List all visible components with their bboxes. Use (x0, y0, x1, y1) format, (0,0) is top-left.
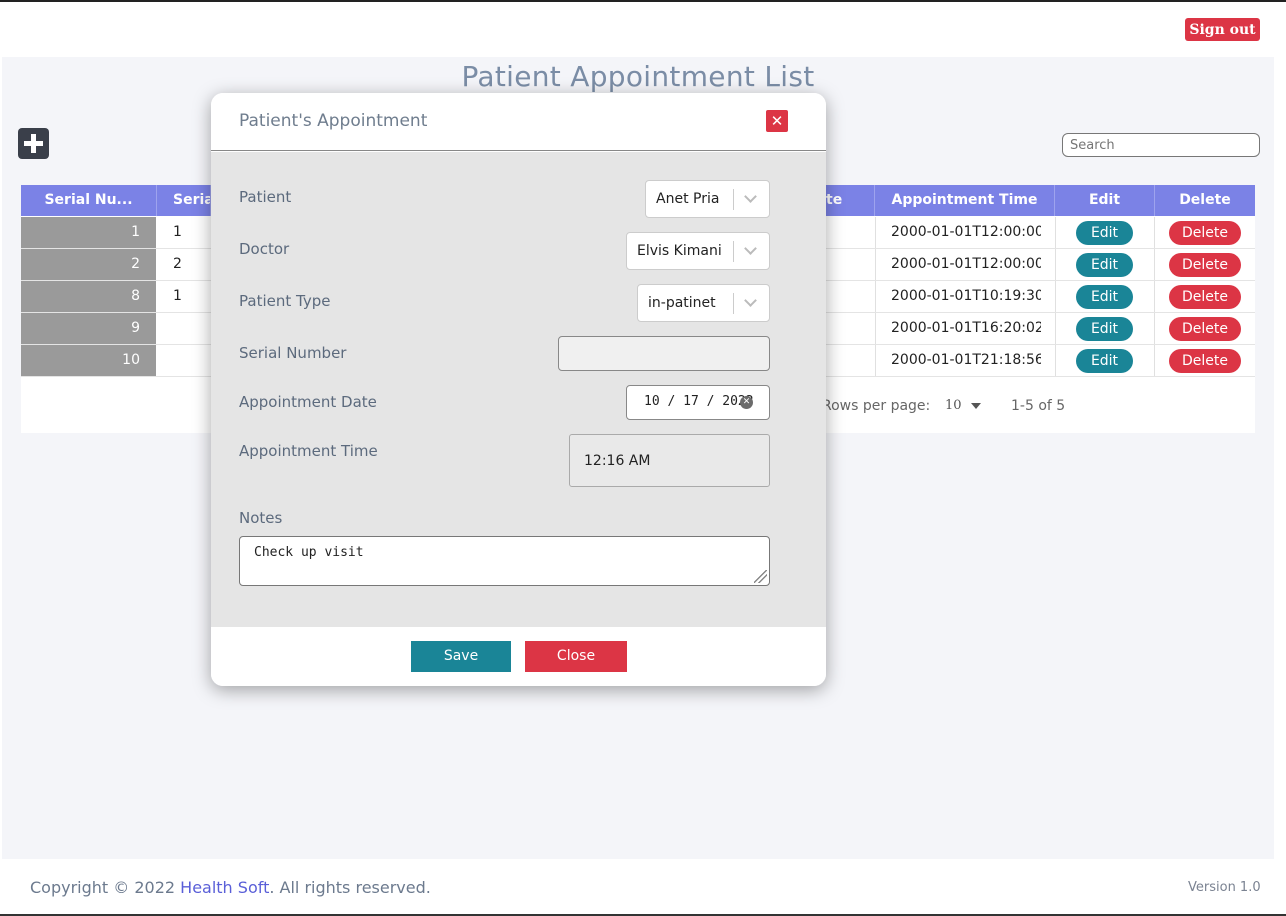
select-separator (733, 189, 734, 210)
serial-number-label: Serial Number (239, 344, 347, 362)
delete-button[interactable]: Delete (1169, 317, 1241, 341)
column-divider (1154, 345, 1155, 376)
edit-button[interactable]: Edit (1076, 285, 1133, 309)
column-divider (1055, 281, 1056, 312)
cell-serial-number: 10 (21, 345, 156, 376)
doctor-value: Elvis Kimani (637, 243, 722, 259)
modal-title: Patient's Appointment (239, 111, 428, 131)
appointment-time-label: Appointment Time (239, 442, 378, 460)
appointment-date-label: Appointment Date (239, 393, 377, 411)
select-separator (733, 293, 734, 314)
edit-button[interactable]: Edit (1076, 253, 1133, 277)
modal-body: Patient Anet Pria Doctor Elvis Kimani Pa… (211, 152, 826, 627)
page-title: Patient Appointment List (461, 60, 815, 93)
close-button[interactable]: Close (525, 641, 627, 672)
close-icon[interactable]: ✕ (766, 110, 788, 132)
column-header-appointment-time[interactable]: Appointment Time (875, 185, 1055, 216)
cell-appointment-time: 2000-01-01T12:00:00... (891, 256, 1041, 272)
delete-button[interactable]: Delete (1169, 253, 1241, 277)
column-divider (1055, 313, 1056, 344)
plus-icon[interactable] (18, 128, 49, 159)
column-divider (1154, 217, 1155, 248)
column-divider (1055, 249, 1056, 280)
cell-serial-number: 9 (21, 313, 156, 344)
cell-appointment-time: 2000-01-01T21:18:56.... (891, 352, 1041, 368)
rows-per-page-label: Rows per page: (822, 398, 931, 414)
appointment-modal: Patient's Appointment ✕ Patient Anet Pri… (211, 93, 826, 686)
brand-name: Health Soft (180, 878, 270, 897)
appointment-time-input[interactable]: 12:16 AM (569, 434, 770, 487)
delete-button[interactable]: Delete (1169, 285, 1241, 309)
column-divider (1154, 249, 1155, 280)
copyright-text: Copyright © 2022 Health Soft. All rights… (30, 878, 431, 897)
patient-type-value: in-patinet (648, 295, 716, 311)
serial-number-input[interactable] (558, 336, 770, 371)
modal-footer: Save Close (211, 627, 826, 686)
column-divider (875, 217, 876, 248)
cell-appointment-time: 2000-01-01T16:20:02... (891, 320, 1041, 336)
edit-button[interactable]: Edit (1076, 317, 1133, 341)
delete-button[interactable]: Delete (1169, 349, 1241, 373)
column-header-delete: Delete (1179, 192, 1231, 208)
version-label: Version 1.0 (1188, 880, 1261, 895)
column-divider (1154, 281, 1155, 312)
select-separator (733, 241, 734, 262)
cell-serial: 1 (173, 224, 182, 240)
cell-appointment-time: 2000-01-01T10:19:30.... (891, 288, 1041, 304)
pagination-count: 1-5 of 5 (1011, 398, 1066, 414)
rows-per-page-select[interactable]: 10 (945, 398, 962, 413)
column-divider (875, 281, 876, 312)
patient-label: Patient (239, 188, 292, 206)
copyright-suffix: . All rights reserved. (269, 878, 431, 897)
doctor-label: Doctor (239, 240, 290, 258)
modal-header: Patient's Appointment ✕ (211, 93, 826, 151)
column-divider (875, 345, 876, 376)
dropdown-arrow-icon[interactable] (971, 403, 981, 409)
cell-serial: 2 (173, 256, 182, 272)
cell-serial-number: 1 (21, 217, 156, 248)
column-header-serial-number[interactable]: Serial Nu... (21, 185, 157, 216)
cell-serial: 1 (173, 288, 182, 304)
cell-serial-number: 8 (21, 281, 156, 312)
search-input[interactable] (1062, 133, 1260, 157)
column-divider (1055, 217, 1056, 248)
column-header-date[interactable]: te (826, 185, 875, 216)
column-divider (1055, 345, 1056, 376)
patient-type-select[interactable]: in-patinet (637, 284, 770, 322)
top-border (0, 0, 1286, 2)
notes-textarea[interactable]: Check up visit (239, 536, 770, 586)
edit-button[interactable]: Edit (1076, 221, 1133, 245)
copyright-prefix: Copyright © 2022 (30, 878, 181, 897)
doctor-select[interactable]: Elvis Kimani (626, 232, 770, 270)
patient-value: Anet Pria (656, 191, 720, 207)
patient-type-label: Patient Type (239, 292, 331, 310)
column-header-edit: Edit (1055, 185, 1155, 216)
column-divider (875, 313, 876, 344)
chevron-down-icon[interactable] (744, 294, 757, 307)
cell-appointment-time: 2000-01-01T12:00:00... (891, 224, 1041, 240)
patient-select[interactable]: Anet Pria (645, 180, 770, 218)
delete-button[interactable]: Delete (1169, 221, 1241, 245)
chevron-down-icon[interactable] (744, 242, 757, 255)
column-header-serial[interactable]: Seria (157, 185, 211, 216)
sign-out-button[interactable]: Sign out (1185, 18, 1260, 41)
save-button[interactable]: Save (411, 641, 511, 672)
column-divider (1154, 313, 1155, 344)
edit-button[interactable]: Edit (1076, 349, 1133, 373)
notes-label: Notes (239, 509, 283, 527)
cell-serial-number: 2 (21, 249, 156, 280)
column-divider (875, 249, 876, 280)
chevron-down-icon[interactable] (744, 190, 757, 203)
resize-grip-icon[interactable] (754, 570, 767, 583)
clear-icon[interactable]: ✕ (740, 396, 753, 409)
